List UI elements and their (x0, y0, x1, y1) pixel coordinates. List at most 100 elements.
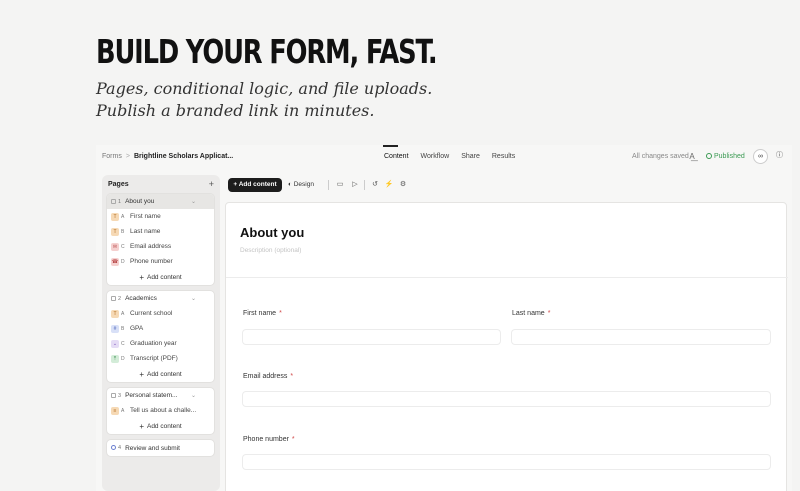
link-icon: ∞ (758, 153, 763, 160)
page-number: 1 (111, 198, 121, 205)
field-item-graduation-year[interactable]: ⌄ C Graduation year (107, 336, 214, 351)
chevron-down-icon[interactable]: ⌄ (191, 198, 196, 205)
page-group-academics: 2 Academics ⌄ T A Current school # B GPA… (106, 290, 215, 383)
add-content-button[interactable]: + Add content (107, 269, 214, 285)
field-item-email-address[interactable]: ✉ C Email address (107, 239, 214, 254)
add-content-button[interactable]: + Add content (107, 366, 214, 382)
email-icon: ✉ (111, 242, 119, 251)
page-group-about-you: 1 About you ⌄ T A First name T B Last na… (106, 193, 215, 286)
tab-content[interactable]: Content (378, 145, 415, 169)
text-field-icon: T (111, 309, 119, 318)
design-button[interactable]: ◐ Design (288, 178, 314, 192)
help-button[interactable]: ⓘ (772, 149, 787, 164)
page-number: 2 (111, 295, 121, 302)
field-letter: D (121, 355, 125, 362)
chevron-down-icon[interactable]: ⌄ (191, 392, 196, 399)
required-mark: * (291, 436, 295, 443)
magic-wand-icon[interactable]: ⚡ (383, 179, 395, 191)
chevron-down-icon[interactable]: ⌄ (191, 295, 196, 302)
field-label: Tell us about a challe... (130, 407, 197, 414)
page-title: Academics (125, 295, 157, 302)
field-item-current-school[interactable]: T A Current school (107, 306, 214, 321)
dropdown-icon: ⌄ (111, 339, 119, 348)
field-letter: A (121, 213, 125, 220)
hero-title: BUILD YOUR FORM, FAST. (96, 32, 438, 71)
last-name-label: Last name * (512, 310, 551, 317)
publish-status[interactable]: Published (706, 153, 745, 160)
help-icon: ⓘ (776, 152, 783, 159)
page-number: 3 (111, 392, 121, 399)
copy-link-button[interactable]: ∞ (753, 149, 768, 164)
required-mark: * (279, 310, 282, 317)
page-title: Review and submit (125, 444, 180, 452)
page-group-review: 4 Review and submit (106, 439, 215, 457)
form-builder-app: Forms > Brightline Scholars Applicat... Co… (96, 145, 792, 491)
breadcrumb-forms-link[interactable]: Forms (102, 153, 122, 160)
field-item-last-name[interactable]: T B Last name (107, 224, 214, 239)
field-item-challenge[interactable]: ≡ A Tell us about a challe... (107, 403, 214, 418)
field-letter: A (121, 310, 125, 317)
first-name-input[interactable] (242, 329, 501, 345)
hero-subtitle-line-2: Publish a branded link in minutes. (96, 101, 375, 120)
field-letter: D (121, 258, 125, 265)
field-letter: B (121, 325, 125, 332)
page-header-review[interactable]: 4 Review and submit (107, 440, 214, 456)
tab-workflow[interactable]: Workflow (415, 145, 456, 169)
phone-number-label: Phone number * (243, 436, 295, 443)
hero-subtitle-line-1: Pages, conditional logic, and file uploa… (96, 79, 433, 98)
field-letter: C (121, 243, 125, 250)
field-letter: A (121, 407, 125, 414)
field-label: Transcript (PDF) (130, 355, 178, 362)
toolbar-divider (364, 180, 365, 190)
field-item-phone-number[interactable]: ☎ D Phone number (107, 254, 214, 269)
field-item-transcript[interactable]: ⤒ D Transcript (PDF) (107, 351, 214, 366)
tab-results[interactable]: Results (486, 145, 521, 169)
top-bar: Forms > Brightline Scholars Applicat... Co… (96, 145, 792, 169)
tab-share[interactable]: Share (455, 145, 486, 169)
preview-desktop-icon[interactable]: ▭ (334, 179, 346, 191)
field-label: Graduation year (130, 340, 177, 347)
email-address-label: Email address * (243, 373, 294, 380)
toolbar-divider (328, 180, 329, 190)
field-letter: C (121, 340, 125, 347)
breadcrumb: Forms > Brightline Scholars Applicat... (102, 153, 233, 160)
page-title: About you (125, 198, 155, 205)
divider (226, 277, 788, 278)
breadcrumb-current-form[interactable]: Brightline Scholars Applicat... (134, 153, 233, 160)
page-group-personal-statement: 3 Personal statem... ⌄ ≡ A Tell us about… (106, 387, 215, 435)
last-name-input[interactable] (511, 329, 771, 345)
undo-icon[interactable]: ↺ (369, 179, 381, 191)
add-content-button[interactable]: + Add content (107, 418, 214, 434)
field-label: Last name (130, 228, 161, 235)
upload-icon: ⤒ (111, 354, 119, 363)
email-address-input[interactable] (242, 391, 771, 407)
pages-sidebar: Pages + 1 About you ⌄ T A First name T B… (102, 175, 220, 491)
add-page-button[interactable]: + (209, 179, 214, 189)
long-text-icon: ≡ (111, 406, 119, 415)
page-header-personal-statement[interactable]: 3 Personal statem... ⌄ (107, 388, 214, 403)
field-letter: B (121, 228, 125, 235)
hero-subtitle: Pages, conditional logic, and file uploa… (96, 78, 776, 122)
field-item-gpa[interactable]: # B GPA (107, 321, 214, 336)
page-header-about-you[interactable]: 1 About you ⌄ (107, 194, 214, 209)
page-icon (111, 198, 116, 204)
field-item-first-name[interactable]: T A First name (107, 209, 214, 224)
first-name-label: First name * (243, 310, 282, 317)
text-field-icon: T (111, 212, 119, 221)
form-description-placeholder[interactable]: Description (optional) (240, 247, 301, 254)
page-number: 4 (111, 445, 121, 451)
play-icon[interactable]: ▷ (349, 179, 361, 191)
phone-icon: ☎ (111, 257, 119, 266)
page-header-academics[interactable]: 2 Academics ⌄ (107, 291, 214, 306)
translate-icon[interactable]: A͟ (686, 151, 698, 163)
required-mark: * (290, 373, 294, 380)
tab-bar: Content Workflow Share Results (378, 145, 521, 169)
field-label: Current school (130, 310, 173, 317)
publish-status-label: Published (714, 153, 745, 160)
settings-icon[interactable]: ⚙ (397, 179, 409, 191)
form-canvas: About you Description (optional) First n… (225, 202, 788, 491)
add-content-toolbar-button[interactable]: + Add content (228, 178, 282, 192)
form-page-title[interactable]: About you (240, 225, 304, 240)
page-icon (111, 295, 116, 301)
phone-number-input[interactable] (242, 454, 771, 470)
